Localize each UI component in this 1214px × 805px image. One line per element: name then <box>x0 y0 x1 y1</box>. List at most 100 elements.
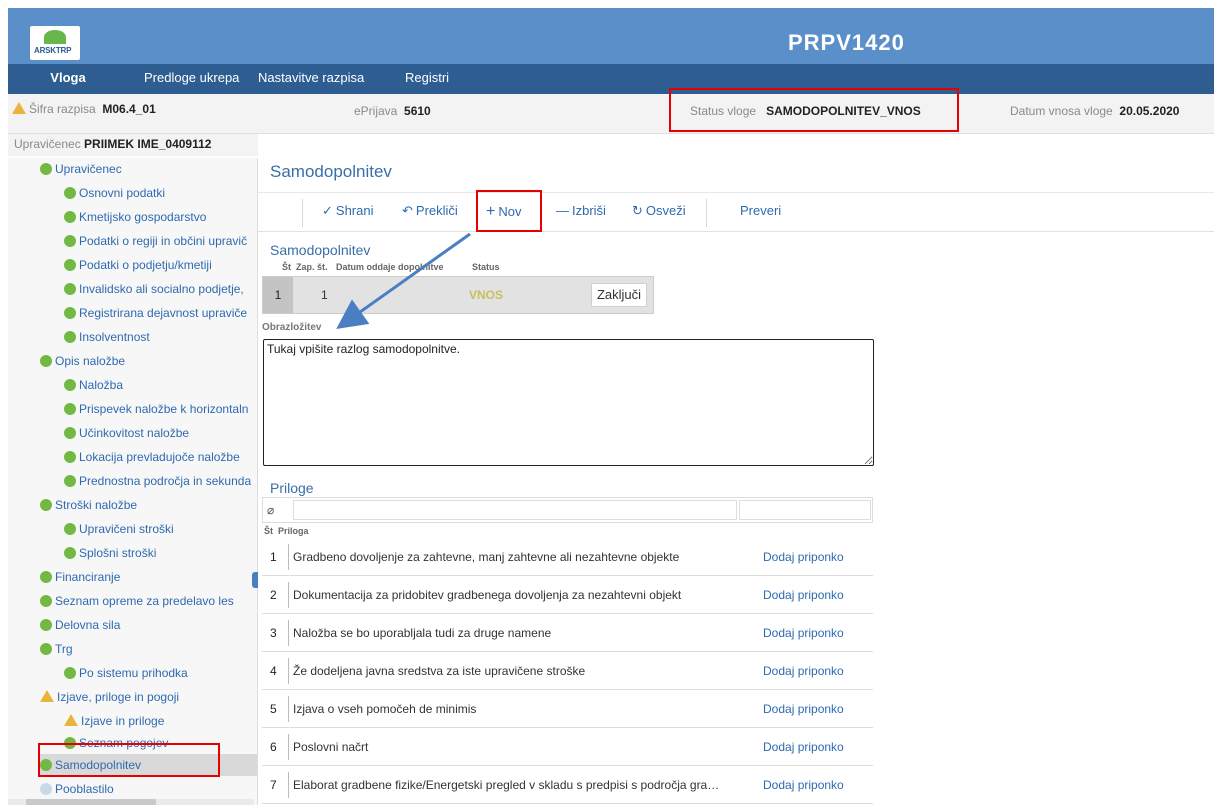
sidebar-item-pooblastilo[interactable]: Pooblastilo <box>40 778 114 800</box>
green-dot-icon <box>64 451 76 463</box>
sidebar-item-stroski-nalozbe[interactable]: Stroški naložbe <box>40 494 137 516</box>
green-dot-icon <box>40 571 52 583</box>
logo-text: ARSKTRP <box>34 46 72 55</box>
obrazlozitev-label: Obrazložitev <box>262 322 322 333</box>
priloga-filter-input[interactable] <box>293 500 737 520</box>
dodaj-priponko-link[interactable]: Dodaj priponko <box>763 614 844 652</box>
priloge-filter-row: ⌀ <box>262 497 873 523</box>
page-title: Samodopolnitev <box>270 162 392 181</box>
grid-header-status: Status <box>472 262 500 272</box>
refresh-button[interactable]: ↻ Osveži <box>632 203 686 219</box>
list-item[interactable]: 6 Poslovni načrt Dodaj priponko <box>262 728 873 766</box>
minus-icon: — <box>556 203 569 218</box>
green-dot-icon <box>64 547 76 559</box>
cancel-button[interactable]: ↶ Prekliči <box>402 203 458 219</box>
sidebar-item-podatki-o-podjetju[interactable]: Podatki o podjetju/kmetiji <box>64 254 212 276</box>
sidebar-item-izjave-priloge-pogoji[interactable]: Izjave, priloge in pogoji <box>40 686 179 708</box>
green-dot-icon <box>64 427 76 439</box>
sidebar-item-po-sistemu-prihodka[interactable]: Po sistemu prihodka <box>64 662 188 684</box>
sidebar-item-podatki-o-regiji[interactable]: Podatki o regiji in občini upravič <box>64 230 247 252</box>
sidebar-horizontal-scrollbar[interactable] <box>8 799 254 805</box>
action-filter-input[interactable] <box>739 500 871 520</box>
toolbar-divider <box>706 199 707 227</box>
save-button[interactable]: ✓ Shrani <box>322 203 373 219</box>
sidebar-item-trg[interactable]: Trg <box>40 638 73 660</box>
green-dot-icon <box>64 403 76 415</box>
sidebar-item-opis-nalozbe[interactable]: Opis naložbe <box>40 350 125 372</box>
dodaj-priponko-link[interactable]: Dodaj priponko <box>763 538 844 576</box>
logo-leaf-icon <box>44 30 66 44</box>
green-dot-icon <box>64 307 76 319</box>
check-button[interactable]: Preveri <box>740 203 781 218</box>
sidebar-item-lokacija-nalozbe[interactable]: Lokacija prevladujoče naložbe <box>64 446 240 468</box>
row-number: 1 <box>263 277 293 313</box>
sidebar-item-prednostna-podrocja[interactable]: Prednostna področja in sekunda <box>64 470 251 492</box>
paperclip-icon[interactable]: ⌀ <box>267 503 274 517</box>
main-content: Samodopolnitev ✓ Shrani ↶ Prekliči + Nov — I… <box>258 134 1214 805</box>
status-badge: VNOS <box>469 288 504 302</box>
green-dot-icon <box>64 379 76 391</box>
sidebar-item-izjave-in-priloge[interactable]: Izjave in priloge <box>64 710 164 732</box>
sidebar-item-financiranje[interactable]: Financiranje <box>40 566 120 588</box>
green-dot-icon <box>64 475 76 487</box>
menu-item-registri[interactable]: Registri <box>405 64 449 94</box>
list-item[interactable]: 5 Izjava o vseh pomočeh de minimis Dodaj… <box>262 690 873 728</box>
dodaj-priponko-link[interactable]: Dodaj priponko <box>763 728 844 766</box>
list-item[interactable]: 7 Elaborat gradbene fizike/Energetski pr… <box>262 766 873 804</box>
green-dot-icon <box>40 595 52 607</box>
green-dot-icon <box>40 643 52 655</box>
list-item[interactable]: 3 Naložba se bo uporabljala tudi za drug… <box>262 614 873 652</box>
grey-dot-icon <box>40 783 52 795</box>
dodaj-priponko-link[interactable]: Dodaj priponko <box>763 690 844 728</box>
toolbar: ✓ Shrani ↶ Prekliči + Nov — Izbriši ↻ Osveži … <box>258 192 1214 232</box>
delete-button[interactable]: — Izbriši <box>556 203 606 218</box>
refresh-icon: ↻ <box>632 203 643 218</box>
app-title: PRPV1420 <box>788 30 905 55</box>
priloge-header-priloga: Priloga <box>278 526 309 536</box>
sidebar-item-insolventnost[interactable]: Insolventnost <box>64 326 150 348</box>
green-dot-icon <box>64 283 76 295</box>
sidebar-item-upravicenec[interactable]: Upravičenec <box>40 158 122 180</box>
table-row[interactable]: 1 1 VNOS Zaključi <box>262 276 654 314</box>
dodaj-priponko-link[interactable]: Dodaj priponko <box>763 766 844 804</box>
list-item[interactable]: 2 Dokumentacija za pridobitev gradbenega… <box>262 576 873 614</box>
warning-triangle-icon <box>12 102 26 114</box>
sidebar-item-delovna-sila[interactable]: Delovna sila <box>40 614 120 636</box>
sidebar-item-ucinkovitost-nalozbe[interactable]: Učinkovitost naložbe <box>64 422 189 444</box>
datum-vnosa: Datum vnosa vloge 20.05.2020 <box>1010 104 1180 118</box>
sidebar-item-kmetijsko-gospodarstvo[interactable]: Kmetijsko gospodarstvo <box>64 206 206 228</box>
sidebar-item-upraviceni-stroski[interactable]: Upravičeni stroški <box>64 518 174 540</box>
eprijava: ePrijava 5610 <box>354 104 431 118</box>
sidebar-item-registrirana-dejavnost[interactable]: Registrirana dejavnost upraviče <box>64 302 247 324</box>
sidebar-item-seznam-opreme[interactable]: Seznam opreme za predelavo les <box>40 590 234 612</box>
sidebar-item-osnovni-podatki[interactable]: Osnovni podatki <box>64 182 165 204</box>
green-dot-icon <box>40 499 52 511</box>
application-info-bar: Šifra razpisa M06.4_01 ePrijava 5610 Sta… <box>8 94 1214 134</box>
scrollbar-thumb[interactable] <box>26 799 156 805</box>
green-dot-icon <box>40 163 52 175</box>
obrazlozitev-textarea[interactable] <box>263 339 874 466</box>
sifra-razpisa: Šifra razpisa M06.4_01 <box>12 102 156 116</box>
green-dot-icon <box>40 619 52 631</box>
dodaj-priponko-link[interactable]: Dodaj priponko <box>763 652 844 690</box>
list-item[interactable]: 4 Že dodeljena javna sredstva za iste up… <box>262 652 873 690</box>
upravicenec-bar: Upravičenec PRIIMEK IME_0409112 <box>8 134 258 156</box>
grid-title: Samodopolnitev <box>270 242 371 258</box>
samodopolnitev-highlight-box <box>38 743 220 777</box>
grid-header-st: Št <box>282 262 291 272</box>
green-dot-icon <box>64 667 76 679</box>
list-item[interactable]: 1 Gradbeno dovoljenje za zahtevne, manj … <box>262 538 873 576</box>
undo-icon: ↶ <box>402 203 413 218</box>
zakljuci-button[interactable]: Zaključi <box>591 283 647 307</box>
menu-item-nastavitve-razpisa[interactable]: Nastavitve razpisa <box>258 64 364 94</box>
menu-item-vloga[interactable]: Vloga <box>8 64 128 94</box>
sidebar-item-splosni-stroski[interactable]: Splošni stroški <box>64 542 156 564</box>
menu-item-predloge-ukrepa[interactable]: Predloge ukrepa <box>144 64 239 94</box>
green-dot-icon <box>40 355 52 367</box>
sidebar-item-nalozba[interactable]: Naložba <box>64 374 123 396</box>
sidebar-item-invalidsko-podjetje[interactable]: Invalidsko ali socialno podjetje, <box>64 278 244 300</box>
green-dot-icon <box>64 259 76 271</box>
priloge-title: Priloge <box>270 480 314 496</box>
sidebar-item-prispevek-nalozbe[interactable]: Prispevek naložbe k horizontaln <box>64 398 248 420</box>
dodaj-priponko-link[interactable]: Dodaj priponko <box>763 576 844 614</box>
